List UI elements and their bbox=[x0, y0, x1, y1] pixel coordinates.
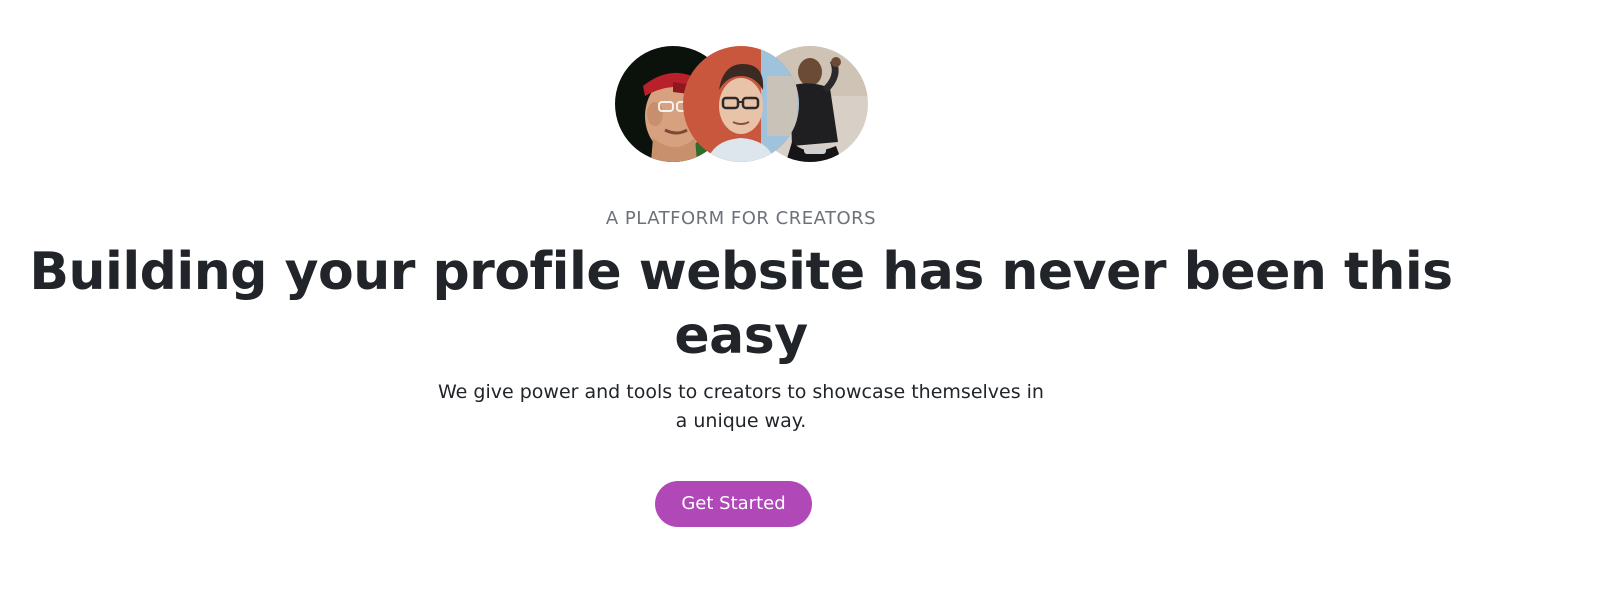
avatar-image bbox=[683, 46, 799, 162]
get-started-button[interactable]: Get Started bbox=[655, 481, 812, 527]
hero-description: We give power and tools to creators to s… bbox=[438, 381, 1044, 432]
hero-section: A PLATFORM FOR CREATORS Building your pr… bbox=[0, 0, 1548, 611]
avatar-group bbox=[615, 46, 870, 164]
eyebrow-label: A PLATFORM FOR CREATORS bbox=[605, 208, 877, 229]
page-title: Building your profile website has never … bbox=[29, 242, 1453, 366]
creator-avatar-2 bbox=[683, 46, 799, 162]
